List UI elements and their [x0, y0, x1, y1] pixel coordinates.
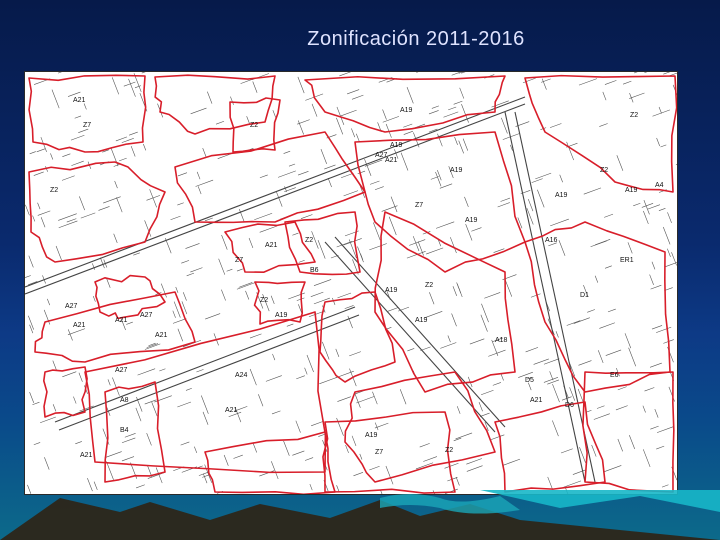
- zone-label: A21: [530, 397, 543, 404]
- zone-label: A21: [225, 407, 238, 414]
- zone-label: A27: [140, 312, 153, 319]
- zone-label: A16: [545, 237, 558, 244]
- bottom-decoration: [0, 490, 720, 540]
- zone-label: D1: [580, 292, 589, 299]
- zone-label: Z7: [375, 449, 383, 456]
- zone-label: Z7: [235, 257, 243, 264]
- zone-label: A21: [115, 317, 128, 324]
- zone-label: ER1: [620, 257, 634, 264]
- zone-label: A19: [400, 107, 413, 114]
- zone-label: Z2: [250, 122, 258, 129]
- zone-label: A21: [73, 322, 86, 329]
- zone-label: Z2: [425, 282, 433, 289]
- zone-label: D5: [525, 377, 534, 384]
- zone-label: A19: [450, 167, 463, 174]
- zone-label: A19: [415, 317, 428, 324]
- terrain-silhouette: [0, 498, 720, 540]
- zone-label: A21: [80, 452, 93, 459]
- zone-label: A27: [65, 303, 78, 310]
- zone-label: D6: [565, 402, 574, 409]
- zone-label: E6: [610, 372, 619, 379]
- zone-label: A24: [235, 372, 248, 379]
- zone-label: A8: [120, 397, 129, 404]
- zoning-map: A21 A21 A21 A21 A21 A21 A21 A21 A21 A27 A27 A27 A27 Z…: [25, 72, 677, 494]
- zone-label: Z2: [305, 237, 313, 244]
- zone-label: A19: [465, 217, 478, 224]
- zone-label: A21: [265, 242, 278, 249]
- slide-title: Zonificación 2011-2016: [307, 28, 525, 50]
- zone-label: A27: [375, 152, 388, 159]
- zone-label: Z2: [600, 167, 608, 174]
- zone-label: B6: [310, 267, 319, 274]
- zone-label: Z2: [445, 447, 453, 454]
- zone-label: A19: [555, 192, 568, 199]
- zone-label: Z2: [630, 112, 638, 119]
- zoning-map-canvas: A21A21A21A21A21A21A21A21A21A27A27A27A27Z…: [25, 72, 677, 494]
- zone-label: Z7: [83, 122, 91, 129]
- zone-label: A27: [115, 367, 128, 374]
- zone-label: A18: [495, 337, 508, 344]
- zone-label: A19: [275, 312, 288, 319]
- zone-label: A19: [625, 187, 638, 194]
- zone-label: A4: [655, 182, 664, 189]
- zone-label: A21: [155, 332, 168, 339]
- zone-label: A21: [73, 97, 86, 104]
- zone-label: A19: [390, 142, 403, 149]
- zone-label: B4: [120, 427, 129, 434]
- zone-label: A19: [385, 287, 398, 294]
- zone-label: A19: [365, 432, 378, 439]
- zone-label: Z2: [260, 297, 268, 304]
- zone-label: Z2: [50, 187, 58, 194]
- zone-label: Z7: [415, 202, 423, 209]
